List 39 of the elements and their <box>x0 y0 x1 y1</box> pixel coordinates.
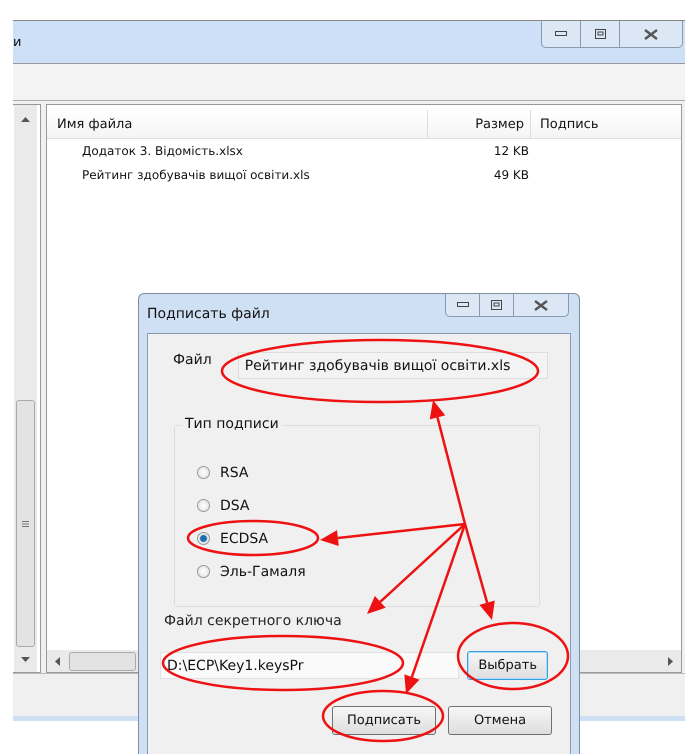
column-header[interactable]: Подпись <box>531 110 598 138</box>
column-header[interactable]: Имя файла <box>47 110 428 138</box>
browse-button[interactable]: Выбрать <box>467 651 548 680</box>
radio-label[interactable]: DSA <box>220 498 250 514</box>
scroll-thumb[interactable] <box>16 400 35 647</box>
scroll-thumb[interactable] <box>69 652 136 670</box>
radio-button[interactable] <box>197 532 210 545</box>
radio-button[interactable] <box>197 565 210 578</box>
maximize-icon[interactable] <box>594 29 606 39</box>
scroll-right-icon[interactable] <box>668 656 673 666</box>
scroll-left-icon[interactable] <box>55 656 60 666</box>
radio-label[interactable]: ECDSA <box>220 530 268 546</box>
grip-icon[interactable] <box>22 520 29 526</box>
field-label: Файл <box>173 352 212 368</box>
file-name[interactable]: Додаток 3. Відомість.xlsx <box>47 144 427 158</box>
scroll-up-icon[interactable] <box>21 117 30 122</box>
file-size: 49 KB <box>492 168 529 182</box>
radio-label[interactable]: RSA <box>220 464 248 480</box>
file-size: 12 KB <box>492 144 529 158</box>
vertical-scrollbar[interactable] <box>14 105 37 672</box>
group-title: Тип подписи <box>181 416 283 432</box>
cancel-button[interactable]: Отмена <box>448 706 552 735</box>
file-field[interactable]: Рейтинг здобувачів вищої освіти.xls <box>238 352 548 379</box>
radio-button[interactable] <box>197 499 210 512</box>
column-header[interactable]: Размер <box>428 110 531 138</box>
close-icon[interactable] <box>534 300 548 310</box>
close-icon[interactable] <box>644 28 658 40</box>
maximize-icon[interactable] <box>491 300 502 310</box>
file-name[interactable]: Рейтинг здобувачів вищої освіти.xls <box>47 168 427 182</box>
sign-button[interactable]: Подписать <box>332 706 436 735</box>
radio-label[interactable]: Эль-Гамаля <box>220 564 306 580</box>
minimize-icon[interactable] <box>456 302 468 308</box>
scroll-down-icon[interactable] <box>21 657 30 662</box>
radio-button[interactable] <box>197 466 210 479</box>
dialog-title: Подписать файл <box>147 306 270 322</box>
field-label: Файл секретного ключа <box>164 613 342 629</box>
key-file-field[interactable]: D:\ECP\Key1.keysPr <box>160 652 460 679</box>
window-title: и <box>13 35 22 50</box>
minimize-icon[interactable] <box>555 31 567 37</box>
